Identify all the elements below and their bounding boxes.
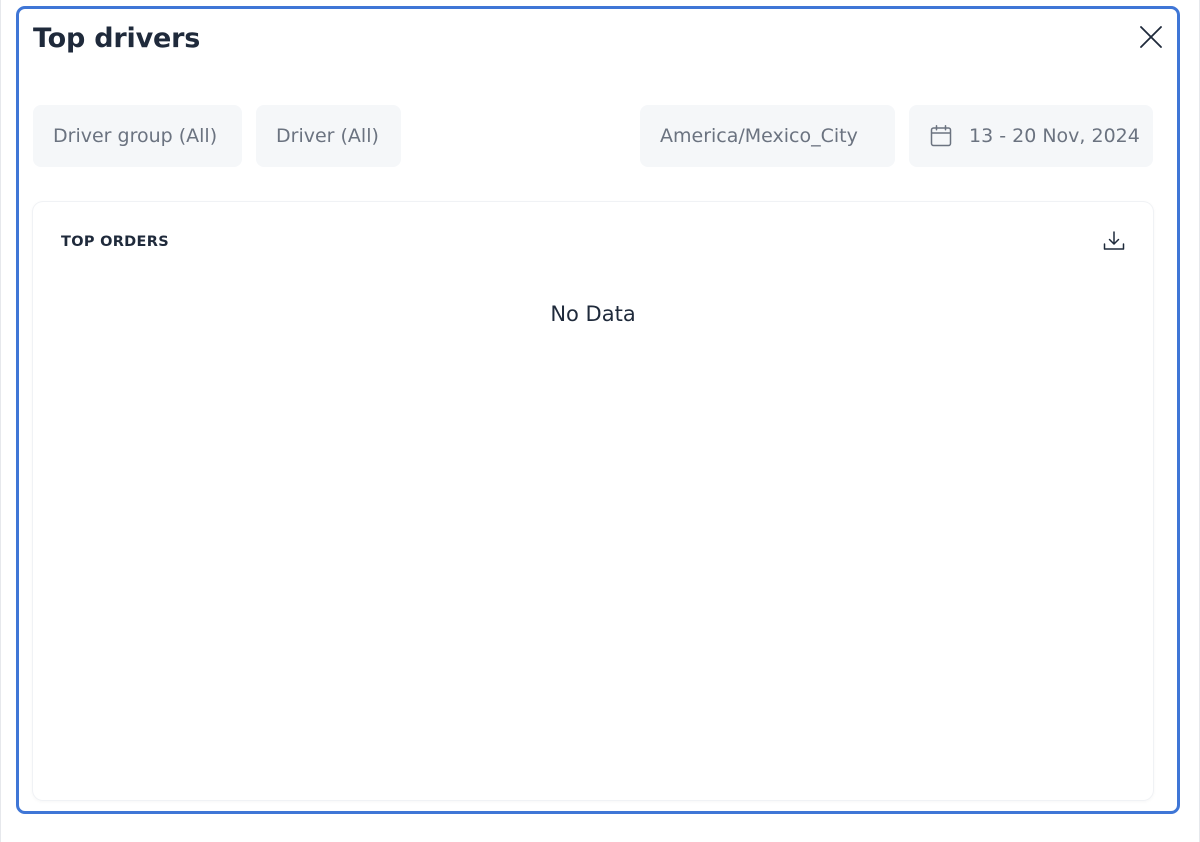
close-button[interactable] [1137,25,1165,53]
date-range-picker[interactable]: 13 - 20 Nov, 2024 [909,105,1153,167]
driver-group-value: Driver group (All) [53,125,218,147]
download-icon [1102,229,1126,257]
close-icon [1139,25,1163,53]
timezone-value: America/Mexico_City [660,125,858,147]
driver-select[interactable]: Driver (All) [256,105,401,167]
top-drivers-modal: Top drivers Driver group (All) Driver (A… [16,6,1180,814]
driver-group-select[interactable]: Driver group (All) [33,105,242,167]
download-button[interactable] [1101,230,1127,256]
empty-state-message: No Data [550,302,636,326]
modal-title: Top drivers [33,23,201,54]
timezone-select[interactable]: America/Mexico_City [640,105,895,167]
top-orders-card: TOP ORDERS No Data [33,202,1153,800]
date-range-value: 13 - 20 Nov, 2024 [969,125,1140,147]
calendar-icon [929,124,953,148]
driver-value: Driver (All) [276,125,379,147]
card-title: TOP ORDERS [61,234,169,250]
